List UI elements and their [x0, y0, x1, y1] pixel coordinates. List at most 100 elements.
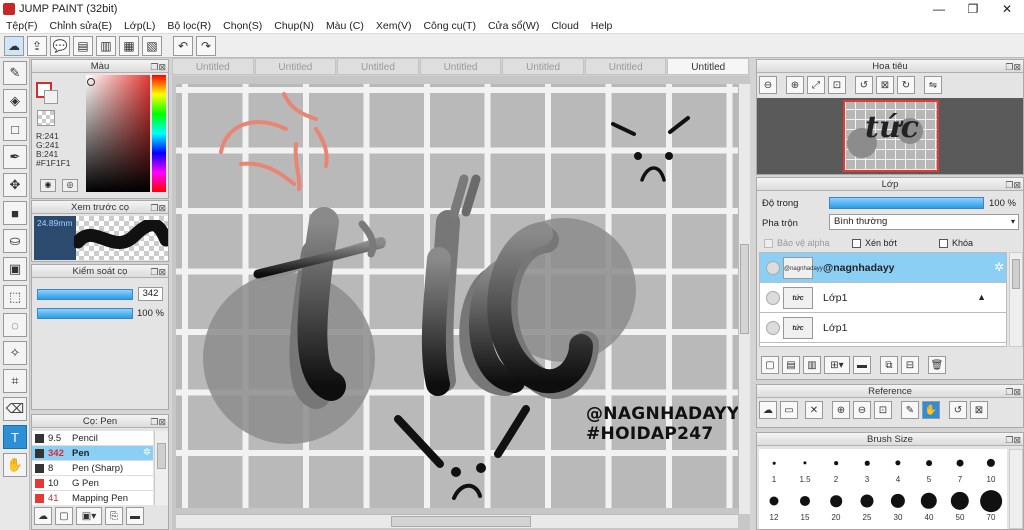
brush-size-cell[interactable]: 2 [821, 451, 851, 484]
menu-view[interactable]: Xem(V) [370, 20, 418, 32]
protect-alpha-checkbox[interactable]: Bảo vệ alpha [764, 238, 830, 248]
panel-float-icon[interactable]: ❐⊠ [1005, 386, 1021, 399]
color-picker-handle[interactable] [87, 78, 95, 86]
rotate-left-icon[interactable]: ↺ [855, 76, 873, 94]
brush-size-scrollbar[interactable] [1009, 449, 1023, 529]
redo-icon[interactable]: ↷ [196, 35, 216, 56]
close-ref-icon[interactable]: ✕ [805, 401, 823, 419]
brush-folder-icon[interactable]: ▬ [126, 507, 144, 525]
brush-size-cell[interactable]: 20 [821, 489, 851, 522]
brush-size-cell[interactable]: 4 [883, 451, 913, 484]
brush-size-cell[interactable]: 70 [976, 489, 1006, 522]
rotate-right-icon[interactable]: ↻ [897, 76, 915, 94]
tab-untitled-active[interactable]: Untitled [667, 58, 750, 75]
close-button[interactable]: ✕ [990, 0, 1024, 18]
menu-select[interactable]: Chọn(S) [217, 20, 268, 32]
artwork-canvas[interactable]: @NAGNHADAYY #HOIDAP247 [176, 84, 738, 508]
brush-opacity-slider[interactable] [37, 308, 133, 319]
menu-color[interactable]: Màu (C) [320, 20, 370, 32]
menu-file[interactable]: Tệp(F) [0, 20, 44, 32]
fill-tool-icon[interactable]: ■ [3, 201, 27, 225]
ref-zoom-in-icon[interactable]: ⊕ [832, 401, 850, 419]
hue-slider[interactable] [152, 75, 166, 192]
layer-row-lop1-2[interactable]: tức Lớp1 [760, 313, 1006, 343]
eyedropper-icon[interactable]: ◎ [62, 179, 78, 192]
brush-copy-icon[interactable]: ⎘ [105, 507, 123, 525]
menu-filter[interactable]: Bộ lọc(R) [161, 20, 217, 32]
message-icon[interactable]: ▤ [73, 35, 93, 56]
cloud-icon[interactable]: ☁ [4, 35, 24, 56]
new-brush-icon[interactable]: ▢ [55, 507, 73, 525]
page-icon[interactable]: ▦ [119, 35, 139, 56]
actual-size-icon[interactable]: ⊡ [828, 76, 846, 94]
navigator-viewport[interactable]: tức [843, 100, 939, 172]
share-icon[interactable]: ⇪ [27, 35, 47, 56]
brush-size-cell[interactable]: 3 [852, 451, 882, 484]
select-pen-tool-icon[interactable]: ⌗ [3, 369, 27, 393]
layer-opacity-slider[interactable] [829, 197, 984, 209]
layer-list-scrollbar[interactable] [1009, 252, 1023, 347]
visibility-icon[interactable] [766, 260, 780, 275]
bucket-tool-icon[interactable]: ⛀ [3, 229, 27, 253]
fit-window-icon[interactable]: ⤢ [807, 76, 825, 94]
brush-size-cell[interactable]: 30 [883, 489, 913, 522]
move-tool-icon[interactable]: ✥ [3, 173, 27, 197]
new-layer-icon[interactable]: ▢ [761, 356, 779, 374]
panel-float-icon[interactable]: ❐⊠ [1005, 61, 1021, 74]
open-folder-icon[interactable]: ▭ [780, 401, 798, 419]
visibility-icon[interactable] [766, 320, 780, 335]
panel-float-icon[interactable]: ❐⊠ [150, 61, 166, 74]
document-icon[interactable]: ▥ [96, 35, 116, 56]
brush-size-cell[interactable]: 15 [790, 489, 820, 522]
select-eraser-tool-icon[interactable]: ⌫ [3, 397, 27, 421]
menu-edit[interactable]: Chỉnh sửa(E) [44, 20, 118, 32]
tab-untitled-3[interactable]: Untitled [337, 58, 419, 75]
ref-rotate-icon[interactable]: ↺ [949, 401, 967, 419]
panel-float-icon[interactable]: ❐⊠ [150, 266, 166, 279]
menu-cloud[interactable]: Cloud [545, 20, 584, 32]
menu-layer[interactable]: Lớp(L) [118, 20, 161, 32]
ref-hand-icon[interactable]: ✋ [922, 401, 940, 419]
tab-untitled-2[interactable]: Untitled [254, 58, 337, 75]
clipping-checkbox[interactable]: Xén bớt [852, 238, 897, 248]
navigator-preview[interactable]: tức [757, 98, 1023, 174]
gradient-tool-icon[interactable]: ▣ [3, 257, 27, 281]
eraser-tool-icon[interactable]: ◈ [3, 89, 27, 113]
blend-mode-select[interactable]: Bình thường ▾ [829, 214, 1019, 230]
panel-float-icon[interactable]: ❐⊠ [1005, 434, 1021, 447]
palette-icon[interactable]: ◉ [40, 179, 56, 192]
brush-size-cell[interactable]: 50 [945, 489, 975, 522]
menu-window[interactable]: Cửa sổ(W) [482, 20, 545, 32]
menu-tools[interactable]: Công cụ(T) [417, 20, 482, 32]
menu-capture[interactable]: Chụp(N) [268, 20, 320, 32]
ref-zoom-out-icon[interactable]: ⊖ [853, 401, 871, 419]
canvas-horizontal-scrollbar[interactable] [176, 514, 738, 528]
panel-float-icon[interactable]: ❐⊠ [150, 202, 166, 215]
trash-icon[interactable]: 🗑 [928, 356, 946, 374]
magic-wand-tool-icon[interactable]: ✧ [3, 341, 27, 365]
maximize-button[interactable]: ❐ [956, 0, 990, 18]
brush-menu-icon[interactable]: ▣▾ [76, 507, 102, 525]
gear-icon[interactable]: ✲ [994, 260, 1004, 274]
grid-icon[interactable]: ▧ [142, 35, 162, 56]
brush-item-pen[interactable]: 342 Pen ✲ [32, 446, 153, 461]
lasso-tool-icon[interactable]: ◌ [3, 313, 27, 337]
minimize-button[interactable]: — [922, 0, 956, 18]
flip-icon[interactable]: ⇋ [924, 76, 942, 94]
visibility-icon[interactable] [766, 290, 780, 305]
zoom-out-icon[interactable]: ⊖ [759, 76, 777, 94]
lock-checkbox[interactable]: Khóa [939, 238, 973, 248]
ref-reset-icon[interactable]: ⊠ [970, 401, 988, 419]
brush-size-cell[interactable]: 1.5 [790, 451, 820, 484]
pen-tool-icon[interactable]: ✒ [3, 145, 27, 169]
comment-icon[interactable]: 💬 [50, 35, 70, 56]
ref-eyedropper-icon[interactable]: ✎ [901, 401, 919, 419]
brush-size-cell[interactable]: 12 [759, 489, 789, 522]
cloud-ref-icon[interactable]: ☁ [759, 401, 777, 419]
panel-float-icon[interactable]: ❐⊠ [1005, 179, 1021, 192]
brush-item-mapping-pen[interactable]: 41 Mapping Pen [32, 491, 153, 505]
brush-size-cell[interactable]: 7 [945, 451, 975, 484]
brush-size-cell[interactable]: 10 [976, 451, 1006, 484]
brush-size-cell[interactable]: 5 [914, 451, 944, 484]
brush-size-input[interactable]: 342 [138, 287, 163, 301]
